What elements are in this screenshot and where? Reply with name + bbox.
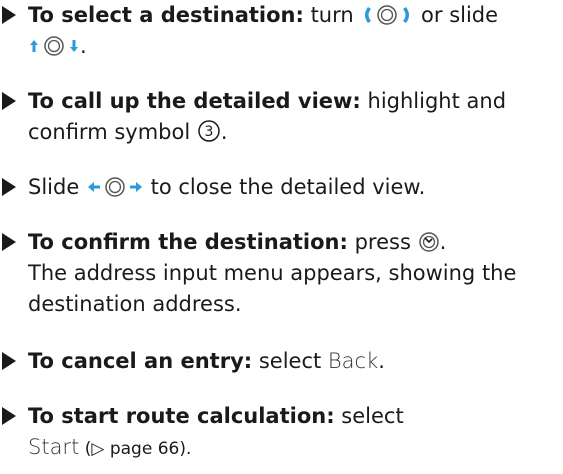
bullet-arrow-icon <box>2 178 16 196</box>
step-heading: To start route calculation: <box>28 404 335 428</box>
circled-number-3: 3 <box>198 120 220 142</box>
rotate-controller-icon <box>365 5 410 25</box>
step-end: . <box>80 34 87 58</box>
bullet-arrow-icon <box>2 233 16 251</box>
bullet-arrow-icon <box>2 407 16 425</box>
step-select-destination: To select a destination: turn or slide . <box>2 0 557 62</box>
step-heading: To cancel an entry: <box>28 349 253 373</box>
step-heading: To select a destination: <box>28 3 304 27</box>
step-cancel-entry: To cancel an entry: select Back. <box>2 346 557 377</box>
step-heading: To call up the detailed view: <box>28 89 361 113</box>
step-text: turn <box>303 3 361 27</box>
step-start-route: To start route calculation: select Start… <box>2 401 557 465</box>
step-text-2: or slide <box>414 3 499 27</box>
step-end: . <box>220 120 228 144</box>
step-result-text: The address input menu appears, showing … <box>28 261 517 316</box>
bullet-arrow-icon <box>2 92 16 110</box>
step-heading: To confirm the destination: <box>28 230 348 254</box>
press-controller-icon <box>418 232 439 252</box>
menu-item-back: Back <box>327 349 379 373</box>
step-text-2: to close the detailed view. <box>143 175 426 199</box>
step-end: . <box>378 349 385 373</box>
menu-item-start: Start <box>28 435 80 459</box>
step-confirm-destination: To confirm the destination: press . The … <box>2 227 557 320</box>
step-text: select <box>334 404 404 428</box>
step-close-view: Slide to close the detailed view. <box>2 172 557 203</box>
page-reference: (▷ page 66). <box>79 439 192 459</box>
step-text: select <box>252 349 328 373</box>
step-detailed-view: To call up the detailed view: highlight … <box>2 86 557 148</box>
step-text: press <box>347 230 418 254</box>
step-text: Slide <box>28 175 86 199</box>
slide-up-down-controller-icon <box>30 36 78 56</box>
svg-text:3: 3 <box>204 124 213 140</box>
step-end: . <box>439 230 447 254</box>
slide-left-right-controller-icon <box>87 177 142 197</box>
bullet-arrow-icon <box>2 352 16 370</box>
bullet-arrow-icon <box>2 6 16 24</box>
